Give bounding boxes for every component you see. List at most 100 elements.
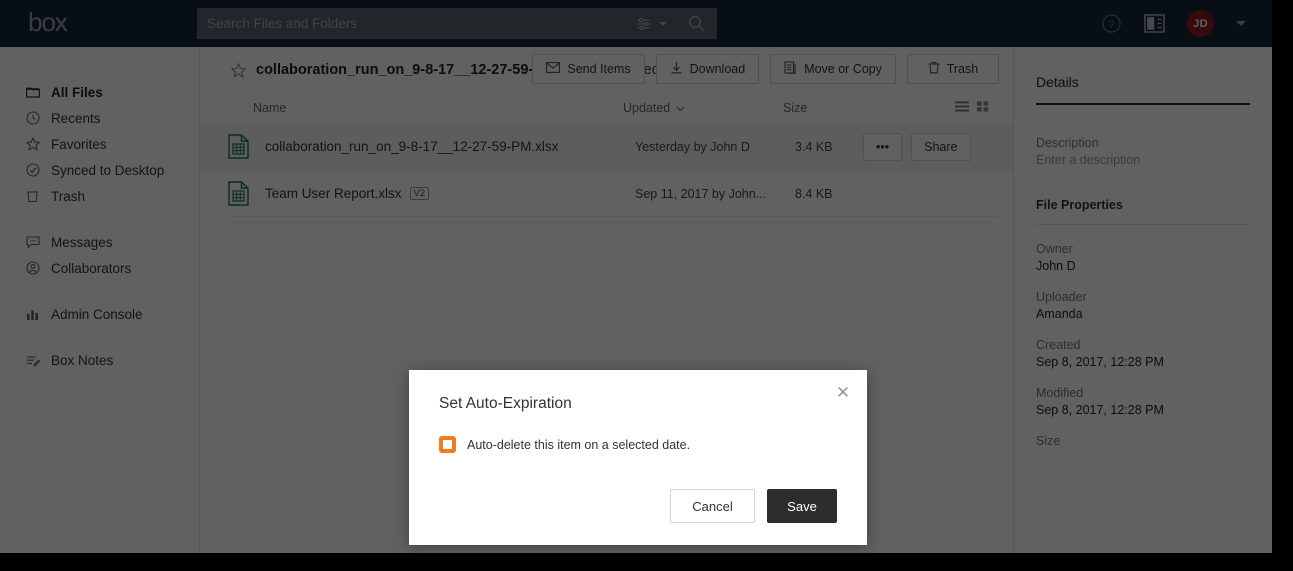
side-panel-icon[interactable]	[1144, 14, 1165, 33]
clock-icon	[25, 111, 40, 125]
property-label: Owner	[1036, 242, 1073, 256]
sidebar-divider-1	[0, 209, 199, 229]
file-properties-section: File Properties Owner John D Uploader Am…	[1036, 198, 1250, 448]
auto-delete-checkbox-label: Auto-delete this item on a selected date…	[467, 437, 691, 452]
filter-dropdown-caret-icon[interactable]	[659, 21, 667, 26]
table-row[interactable]: Team User Report.xlsx V2 Sep 11, 2017 by…	[201, 170, 1013, 217]
modal-footer: Cancel Save	[670, 489, 837, 523]
share-button[interactable]: Share	[911, 132, 971, 161]
send-items-label: Send Items	[567, 62, 631, 76]
description-input[interactable]: Enter a description	[1036, 153, 1250, 167]
account-dropdown-caret-icon[interactable]	[1236, 21, 1246, 26]
details-title-underline	[1036, 103, 1250, 105]
description-section: Description Enter a description	[1036, 136, 1250, 167]
column-header-name[interactable]: Name	[253, 101, 623, 115]
file-updated-cell: Yesterday by John D	[635, 139, 750, 154]
version-badge: V2	[409, 186, 430, 201]
row-divider	[228, 216, 999, 217]
column-header-updated[interactable]: Updated	[623, 101, 783, 115]
sidebar-item-label: Messages	[51, 234, 113, 250]
property-modified: Modified Sep 8, 2017, 12:28 PM	[1036, 386, 1250, 417]
property-label: Created	[1036, 338, 1081, 352]
more-options-button[interactable]: •••	[863, 132, 903, 161]
property-label: Size	[1036, 434, 1061, 448]
file-size-cell: 3.4 KB	[795, 139, 833, 154]
details-title: Details	[1036, 74, 1079, 90]
filter-sliders-icon[interactable]	[629, 8, 659, 39]
header-right-controls: ? JD	[1101, 0, 1246, 47]
property-created: Created Sep 8, 2017, 12:28 PM	[1036, 338, 1250, 369]
avatar[interactable]: JD	[1187, 10, 1214, 37]
sidebar-item-label: Recents	[51, 110, 101, 126]
sidebar-item-favorites[interactable]: Favorites	[0, 131, 199, 157]
file-size-cell: 8.4 KB	[795, 186, 833, 201]
property-label: Uploader	[1036, 290, 1087, 304]
close-x-icon[interactable]: ✕	[833, 382, 853, 402]
move-or-copy-label: Move or Copy	[804, 62, 882, 76]
excel-file-icon	[228, 134, 252, 159]
trash-icon	[928, 61, 940, 77]
sidebar-item-collaborators[interactable]: Collaborators	[0, 255, 199, 281]
star-outline-icon[interactable]	[231, 62, 246, 78]
description-label: Description	[1036, 136, 1099, 150]
details-panel: Details Description Enter a description …	[1013, 47, 1272, 553]
file-name-cell[interactable]: collaboration_run_on_9-8-17__12-27-59-PM…	[265, 139, 635, 154]
sidebar-item-messages[interactable]: Messages	[0, 229, 199, 255]
check-circle-icon	[25, 163, 40, 177]
download-button[interactable]: Download	[655, 54, 760, 84]
table-row[interactable]: collaboration_run_on_9-8-17__12-27-59-PM…	[201, 123, 1013, 170]
selection-bar: collaboration_run_on_9-8-17__12-27-59-PM…	[201, 47, 1013, 93]
sidebar-item-label: Admin Console	[51, 306, 143, 322]
table-header: Name Updated Size	[201, 93, 1013, 123]
top-header: box Search Files and Folders ? JD	[0, 0, 1272, 47]
file-properties-heading: File Properties	[1036, 198, 1123, 212]
message-bubble-icon	[25, 235, 40, 249]
column-header-updated-label: Updated	[623, 101, 671, 115]
sidebar-divider-3	[0, 327, 199, 347]
property-value: Sep 8, 2017, 12:28 PM	[1036, 355, 1164, 369]
download-icon	[670, 61, 683, 77]
search-icon[interactable]	[675, 8, 717, 39]
sidebar-item-trash[interactable]: Trash	[0, 183, 199, 209]
star-icon	[25, 137, 40, 151]
save-button[interactable]: Save	[767, 489, 837, 523]
search-bar[interactable]	[197, 8, 717, 39]
property-owner: Owner John D	[1036, 242, 1250, 273]
sidebar-item-box-notes[interactable]: Box Notes	[0, 347, 199, 373]
chevron-down-icon	[676, 101, 685, 115]
svg-text:box: box	[28, 9, 68, 37]
help-circle-icon[interactable]: ?	[1101, 13, 1122, 34]
list-view-icon[interactable]	[955, 101, 969, 115]
sidebar-item-synced-to-desktop[interactable]: Synced to Desktop	[0, 157, 199, 183]
download-label: Download	[689, 62, 746, 76]
sidebar-item-label: Collaborators	[51, 260, 132, 276]
sidebar-item-label: Box Notes	[51, 352, 114, 368]
search-input[interactable]	[197, 16, 629, 31]
copy-icon	[784, 61, 797, 77]
envelope-icon	[546, 62, 561, 76]
move-or-copy-button[interactable]: Move or Copy	[770, 54, 896, 84]
sidebar-divider-2	[0, 281, 199, 301]
sidebar-item-all-files[interactable]: All Files	[0, 79, 199, 105]
sidebar-item-recents[interactable]: Recents	[0, 105, 199, 131]
property-uploader: Uploader Amanda	[1036, 290, 1250, 321]
file-name-label: collaboration_run_on_9-8-17__12-27-59-PM…	[265, 139, 559, 154]
send-items-button[interactable]: Send Items	[532, 54, 645, 84]
grid-view-icon[interactable]	[977, 101, 989, 115]
trash-label: Trash	[946, 62, 979, 76]
property-value: John D	[1036, 259, 1076, 273]
property-label: Modified	[1036, 386, 1084, 400]
box-logo[interactable]: box	[28, 7, 98, 37]
trash-button[interactable]: Trash	[907, 54, 999, 84]
trash-icon	[25, 189, 40, 203]
person-circle-icon	[25, 261, 40, 275]
auto-delete-checkbox-row: Auto-delete this item on a selected date…	[439, 436, 690, 453]
property-value: Sep 8, 2017, 12:28 PM	[1036, 403, 1164, 417]
folder-icon	[25, 86, 40, 98]
notes-pencil-icon	[25, 354, 40, 367]
cancel-button[interactable]: Cancel	[670, 489, 755, 523]
file-name-cell[interactable]: Team User Report.xlsx V2	[265, 186, 635, 201]
sidebar-item-admin-console[interactable]: Admin Console	[0, 301, 199, 327]
auto-delete-checkbox[interactable]	[439, 436, 456, 453]
column-header-size[interactable]: Size	[783, 101, 883, 115]
